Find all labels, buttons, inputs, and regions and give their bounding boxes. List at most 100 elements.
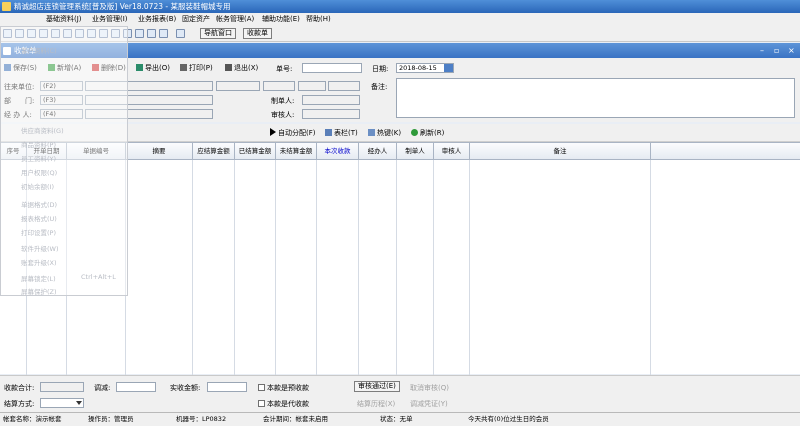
- status-account: 帐套名称：演示帐套: [3, 415, 62, 423]
- adjust-label: 调减:: [94, 384, 111, 392]
- menu-help[interactable]: 帮助(H): [306, 13, 331, 26]
- grid-line: [316, 160, 317, 375]
- status-state: 状态：无单: [380, 415, 413, 423]
- ghost-menu-item[interactable]: 员工资料(Y): [21, 153, 56, 163]
- status-bar: 帐套名称：演示帐套 操作员：管理员 机器号：LP0832 会计期间：帐套未启用 …: [0, 412, 800, 426]
- receipt-tab-button[interactable]: 收款单: [243, 28, 272, 39]
- ghost-menu-item[interactable]: 打印设置(P): [21, 227, 56, 237]
- remark-label: 备注:: [371, 83, 388, 91]
- ghost-menu-item[interactable]: 用户权限(Q): [21, 167, 57, 177]
- prepay-check-box[interactable]: [258, 384, 265, 391]
- prepay-checkbox[interactable]: 本款是预收款: [258, 383, 309, 393]
- menu-business[interactable]: 业务管理(I): [92, 13, 128, 26]
- col-reviewer[interactable]: 审核人: [434, 143, 470, 160]
- nav-window-button[interactable]: 导航窗口: [200, 28, 236, 39]
- close-button[interactable]: ×: [788, 43, 795, 58]
- ghost-menu-item[interactable]: 屏幕保护(Z): [21, 286, 57, 296]
- print-button[interactable]: 打印(P): [180, 62, 213, 74]
- maximize-button[interactable]: ▫: [774, 43, 779, 58]
- receipt-total-field: [40, 382, 84, 392]
- refresh-button[interactable]: 刷新(R): [411, 127, 444, 139]
- maker-label: 制单人:: [271, 97, 295, 105]
- grid-line: [234, 160, 235, 375]
- play-arrow-icon: [270, 128, 276, 136]
- doc-no-label: 单号:: [276, 65, 293, 73]
- dropdown-arrow-icon: [76, 401, 82, 405]
- hotkeys-button[interactable]: 热键(K): [368, 127, 401, 139]
- ghost-menu-item[interactable]: 屏幕锁定(L): [21, 273, 56, 283]
- col-unsettled[interactable]: 未结算金额: [276, 143, 317, 160]
- ghost-menu-item[interactable]: 单据格式(D): [21, 199, 57, 209]
- toolbar-icon-14[interactable]: [159, 29, 168, 38]
- reviewer-field: [302, 109, 360, 119]
- dropdown-menu-ghost: 客户资料(C) 供应商资料(G) 商品资料(P) 员工资料(Y) 用户权限(Q)…: [0, 26, 128, 296]
- maker-field: [302, 95, 360, 105]
- review-pass-button[interactable]: 审核通过(E): [354, 381, 400, 392]
- date-input[interactable]: 2018-08-15: [396, 63, 454, 73]
- menu-tools[interactable]: 辅助功能(E): [262, 13, 300, 26]
- app-icon: [2, 2, 11, 11]
- menu-bar: 基础资料(J) 业务管理(I) 业务报表(B) 固定资产 帐务管理(A) 辅助功…: [0, 13, 800, 26]
- ghost-menu-item[interactable]: 初始余额(I): [21, 181, 54, 191]
- actual-amount-label: 实收金额:: [170, 384, 201, 392]
- app-title-bar: 精诚超店连锁管理系统[普及版] Ver18.0723 - 某服装鞋帽城专用: [0, 0, 800, 13]
- exit-door-icon: [225, 64, 232, 71]
- actual-amount-input[interactable]: [207, 382, 247, 392]
- col-summary[interactable]: 摘要: [126, 143, 193, 160]
- col-remark[interactable]: 备注: [470, 143, 651, 160]
- info-field-3: [298, 81, 326, 91]
- save-disk-icon[interactable]: [135, 29, 144, 38]
- col-handler[interactable]: 经办人: [359, 143, 397, 160]
- ghost-menu-item[interactable]: 客户资料(C): [21, 45, 57, 55]
- date-label: 日期:: [372, 65, 389, 73]
- grid-line: [358, 160, 359, 375]
- status-period: 会计期间：帐套未启用: [263, 415, 328, 423]
- menu-fixed-assets[interactable]: 固定资产: [182, 13, 210, 26]
- grid-line: [192, 160, 193, 375]
- ghost-menu-item[interactable]: 报表格式(U): [21, 213, 57, 223]
- grid-line: [275, 160, 276, 375]
- export-button[interactable]: 导出(O): [136, 62, 170, 74]
- remark-textarea[interactable]: [396, 78, 795, 118]
- doc-no-input[interactable]: [302, 63, 362, 73]
- keyboard-icon: [368, 129, 375, 136]
- minimize-button[interactable]: –: [760, 43, 764, 58]
- table-columns-icon: [325, 129, 332, 136]
- settle-history-button[interactable]: 结算历程(X): [357, 399, 395, 409]
- auto-allocate-button[interactable]: 自动分配(F): [270, 127, 316, 139]
- columns-button[interactable]: 表栏(T): [325, 127, 358, 139]
- adjust-input[interactable]: [116, 382, 156, 392]
- status-operator: 操作员：管理员: [88, 415, 134, 423]
- settle-method-select[interactable]: [40, 398, 84, 408]
- col-payable[interactable]: 应结算金额: [193, 143, 235, 160]
- refresh-icon: [411, 129, 418, 136]
- exit-icon[interactable]: [176, 29, 185, 38]
- col-this-receipt[interactable]: 本次收款: [317, 143, 359, 160]
- menu-basic-data[interactable]: 基础资料(J): [46, 13, 82, 26]
- ghost-menu-item[interactable]: 账套升级(X): [21, 257, 57, 267]
- exit-button[interactable]: 退出(X): [225, 62, 258, 74]
- info-field-2: [263, 81, 295, 91]
- status-birthday: 今天共有(0)位过生日的会员: [468, 415, 549, 423]
- ghost-menu-item[interactable]: 供应商资料(G): [21, 125, 64, 135]
- grid-line: [650, 160, 651, 375]
- ghost-menu-item[interactable]: 商品资料(P): [21, 139, 56, 149]
- settle-method-label: 结算方式:: [4, 400, 35, 408]
- grid-line: [469, 160, 470, 375]
- printer-icon: [180, 64, 187, 71]
- agency-checkbox[interactable]: 本款是代收款: [258, 399, 309, 409]
- ghost-menu-shortcut: Ctrl+Alt+L: [81, 273, 116, 281]
- menu-accounting[interactable]: 帐务管理(A): [216, 13, 254, 26]
- col-maker[interactable]: 制单人: [397, 143, 434, 160]
- calendar-dropdown-icon[interactable]: [444, 64, 453, 72]
- ghost-menu-item[interactable]: 软件升级(W): [21, 243, 59, 253]
- adjust-voucher-button[interactable]: 调减凭证(Y): [410, 399, 448, 409]
- cancel-review-button[interactable]: 取消审核(Q): [410, 383, 449, 393]
- col-settled[interactable]: 已结算金额: [235, 143, 276, 160]
- agency-check-box[interactable]: [258, 400, 265, 407]
- toolbar-icon-13[interactable]: [147, 29, 156, 38]
- status-machine: 机器号：LP0832: [176, 415, 227, 423]
- reviewer-label: 审核人:: [271, 111, 295, 119]
- menu-reports[interactable]: 业务报表(B): [138, 13, 176, 26]
- receipt-total-label: 收款合计:: [4, 384, 35, 392]
